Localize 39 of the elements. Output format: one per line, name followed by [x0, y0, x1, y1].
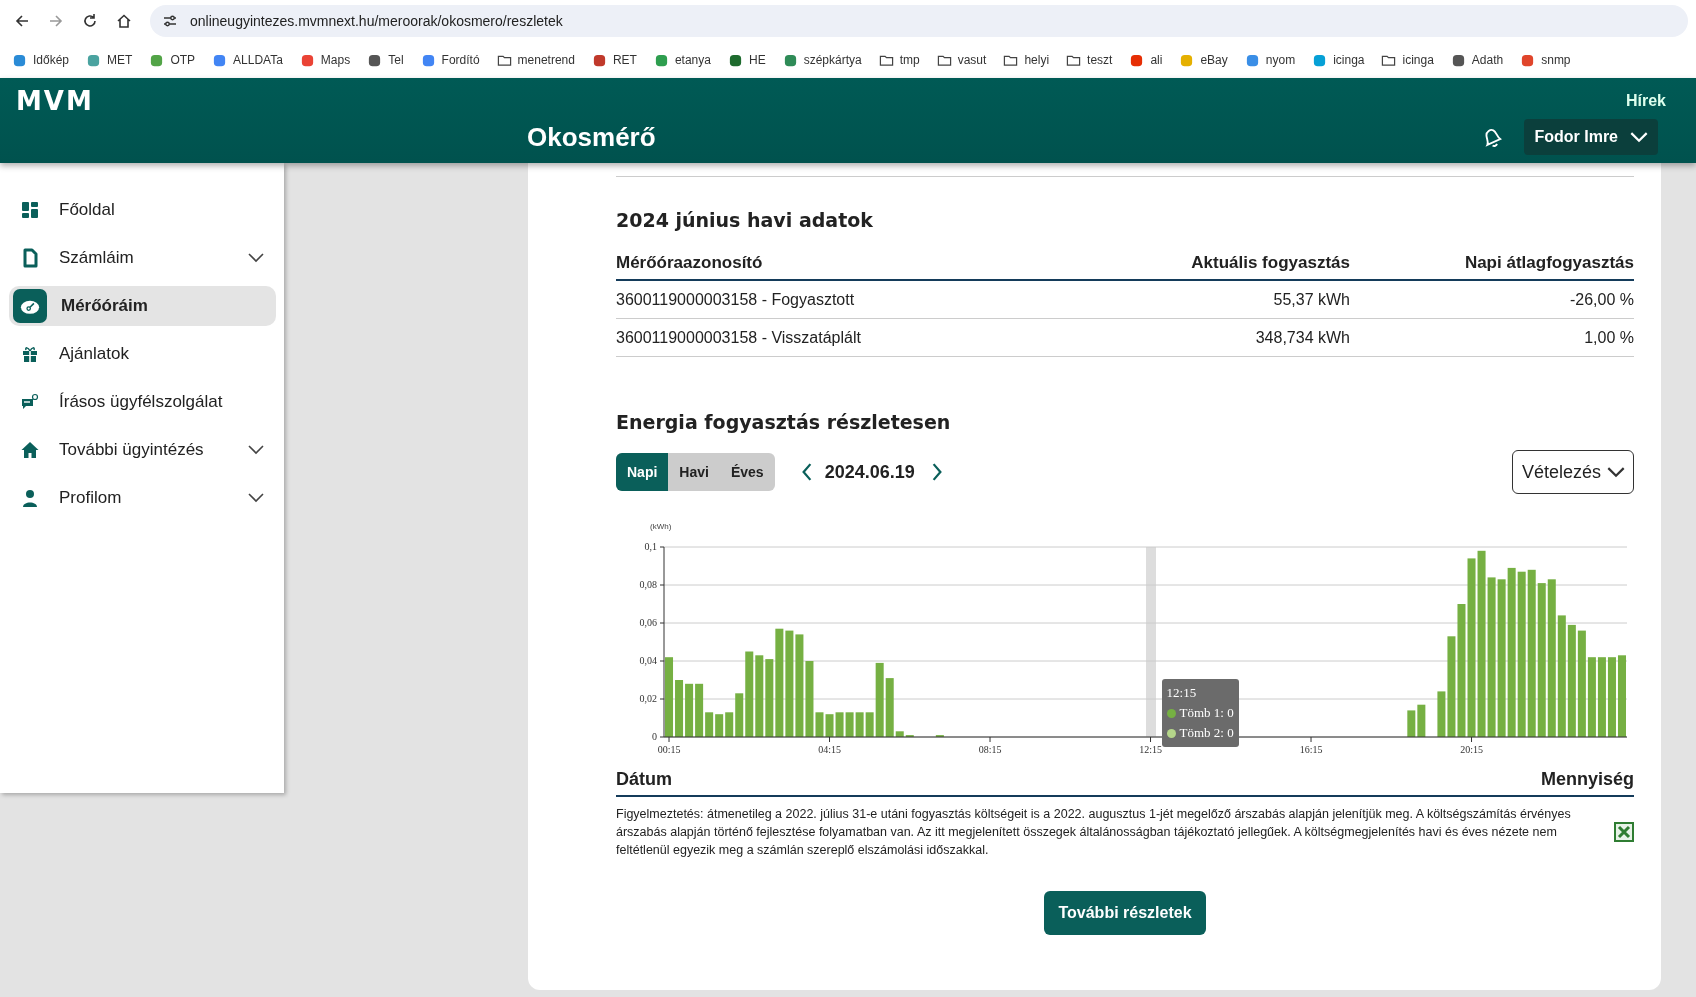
sidebar-label: Mérőóráim — [61, 296, 149, 316]
warning-text: Figyelmeztetés: átmenetileg a 2022. július 31-e utáni fogyasztás költségeit is a 2022. augusztus 1-jét megelőző árszabás alapján jelenítjük meg. A költségszámítás érvényes árszabás alapján történő fejlesztése folyamatban van. Az itt megjelenített összegek általánosságban tájékoztató jellegűek. A költségmegjelenítés havi és éves nézete nem feltétlenül egyezik meg a számlán szereplő elszámolási időszakkal. — [616, 806, 1572, 859]
table-cell-text: 1,00 % — [1583, 328, 1634, 347]
x-tick-label: 20:15 — [1460, 744, 1483, 755]
tooltip-value: Tömb 1: 0 — [1179, 704, 1234, 722]
page-title: Okosmérő — [527, 121, 657, 153]
sidebar-label: Főoldal — [59, 200, 116, 220]
table-cell-text: 55,37 kWh — [1272, 290, 1350, 309]
table-cell-text: 348,734 kWh — [1254, 328, 1350, 347]
section-title: Energia fogyasztás részletesen — [616, 411, 952, 433]
y-tick-label: 0,08 — [639, 579, 657, 590]
tooltip-time: 12:15 — [1166, 685, 1197, 700]
sidebar-label: További ügyintézés — [59, 440, 205, 460]
x-tick-label: 12:15 — [1139, 744, 1162, 755]
table-cell-text: 3600119000003158 - Fogyasztott — [616, 290, 856, 309]
date-label: 2024.06.19 — [824, 461, 915, 483]
column-header: Napi átlagfogyasztás — [1463, 253, 1634, 273]
column-header: Mennyiség — [1540, 769, 1634, 790]
axis-unit: (kWh) — [650, 522, 672, 531]
sidebar-label: Számláim — [59, 248, 135, 268]
x-tick-label: 08:15 — [978, 744, 1002, 755]
column-header: Aktuális fogyasztás — [1190, 253, 1350, 273]
y-tick-label: 0 — [652, 731, 657, 742]
sidebar-label: Profilom — [59, 488, 123, 508]
y-tick-label: 0,06 — [639, 617, 657, 628]
sidebar-label: Írásos ügyfélszolgálat — [59, 392, 224, 412]
column-header: Dátum — [616, 769, 672, 790]
y-tick-label: 0,02 — [639, 693, 657, 704]
y-tick-label: 0,1 — [644, 541, 657, 552]
section-title: 2024 június havi adatok — [616, 209, 874, 231]
tooltip-value: Tömb 2: 0 — [1179, 724, 1234, 742]
x-tick-label: 04:15 — [818, 744, 841, 755]
table-cell-text: -26,00 % — [1568, 290, 1634, 309]
table-cell-text: 3600119000003158 - Visszatáplált — [616, 328, 862, 347]
x-tick-label: 16:15 — [1299, 744, 1323, 755]
column-header: Mérőóraazonosító — [616, 253, 764, 273]
x-tick-label: 00:15 — [657, 744, 681, 755]
sidebar-label: Ajánlatok — [59, 344, 130, 364]
y-tick-label: 0,04 — [639, 655, 657, 666]
